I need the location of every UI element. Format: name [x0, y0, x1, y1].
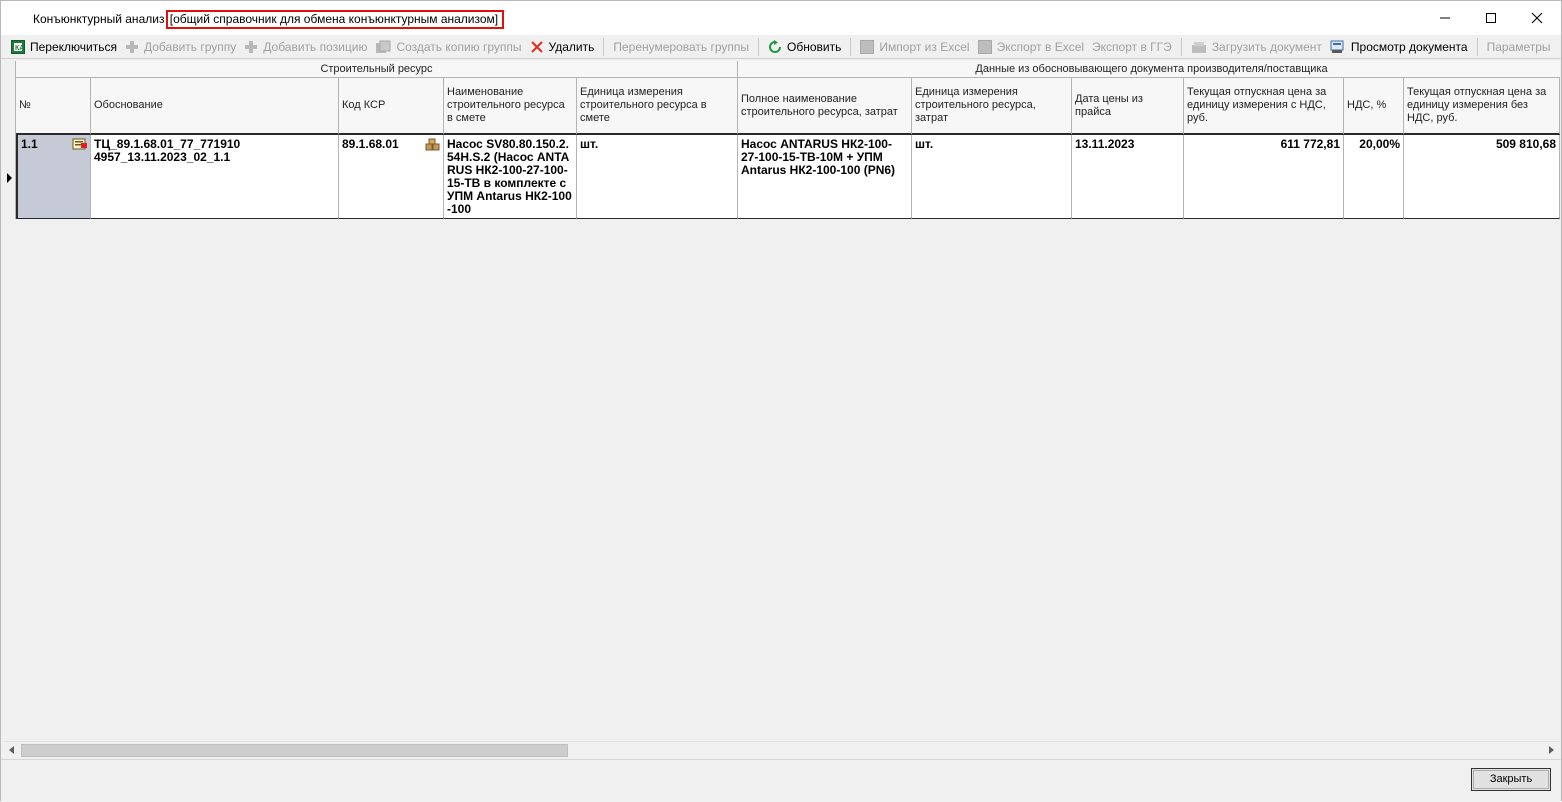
- close-button[interactable]: Закрыть: [1471, 768, 1551, 791]
- delete-icon: [530, 40, 544, 54]
- table-row-name-cell[interactable]: Насос SV80.80.150.2.54H.S.2 (Насос ANTAR…: [444, 135, 577, 219]
- horizontal-scrollbar[interactable]: [4, 741, 1560, 758]
- toolbar-separator: [1180, 37, 1182, 56]
- window-title-main: Конъюнктурный анализ: [33, 12, 165, 26]
- refresh-label: Обновить: [787, 39, 842, 54]
- parameters-label: Параметры: [1486, 39, 1551, 54]
- delete-button[interactable]: Удалить: [526, 36, 599, 58]
- scroll-right-arrow-icon[interactable]: [1549, 746, 1554, 754]
- col-header-num[interactable]: №: [16, 78, 91, 135]
- col-header-vat[interactable]: НДС, %: [1344, 78, 1404, 135]
- export-gge-button[interactable]: Экспорт в ГГЭ: [1088, 36, 1176, 58]
- excel-switch-icon: КА: [11, 39, 25, 54]
- col-header-unit[interactable]: Единица измерения строительного ресурса …: [577, 78, 738, 135]
- table-row-price-vat-cell[interactable]: 611 772,81: [1184, 135, 1344, 219]
- renumber-label: Перенумеровать группы: [613, 39, 750, 54]
- toolbar-separator: [603, 37, 605, 56]
- col-header-price-date[interactable]: Дата цены из прайса: [1072, 78, 1184, 135]
- excel-icon: [977, 39, 992, 54]
- maximize-icon: [1486, 13, 1496, 23]
- window-title-suffix: [общий справочник для обмена конъюнктурн…: [165, 10, 505, 29]
- export-gge-label: Экспорт в ГГЭ: [1092, 39, 1172, 54]
- window-title: Конъюнктурный анализ [общий справочник д…: [33, 10, 505, 29]
- group-header-resource: Строительный ресурс: [16, 61, 738, 78]
- add-position-label: Добавить позицию: [263, 39, 368, 54]
- col-header-name[interactable]: Наименование строительного ресурса в сме…: [444, 78, 577, 135]
- row-indicator-column: [4, 61, 16, 219]
- col-header-basis[interactable]: Обоснование: [91, 78, 339, 135]
- add-position-button[interactable]: Добавить позицию: [240, 36, 371, 58]
- table-row-basis-cell[interactable]: ТЦ_89.1.68.01_77_771910 4957_13.11.2023_…: [91, 135, 339, 219]
- parameters-button[interactable]: Параметры: [1483, 36, 1555, 58]
- upload-document-label: Загрузить документ: [1211, 39, 1322, 54]
- group-header-supplier: Данные из обосновывающего документа прои…: [738, 61, 1560, 78]
- table-row-unit-cell[interactable]: шт.: [577, 135, 738, 219]
- excel-icon: [860, 39, 875, 54]
- table-row-price-novat-cell[interactable]: 509 810,68: [1404, 135, 1560, 219]
- upload-document-button[interactable]: Загрузить документ: [1187, 36, 1326, 58]
- col-header-price-vat[interactable]: Текущая отпускная цена за единицу измере…: [1184, 78, 1344, 135]
- col-header-full-name[interactable]: Полное наименование строительного ресурс…: [738, 78, 912, 135]
- footer-panel: Закрыть: [1, 759, 1561, 802]
- view-document-icon: [1330, 40, 1346, 54]
- table-row-ksr-cell[interactable]: 89.1.68.01: [339, 135, 444, 219]
- export-excel-button[interactable]: Экспорт в Excel: [974, 36, 1088, 58]
- add-group-label: Добавить группу: [143, 39, 237, 54]
- maximize-button[interactable]: [1468, 1, 1514, 35]
- minimize-icon: [1440, 17, 1450, 19]
- upload-icon: [1191, 40, 1207, 54]
- scroll-left-arrow-icon[interactable]: [9, 746, 14, 754]
- resource-boxes-icon: [425, 138, 441, 155]
- copy-icon: [375, 40, 391, 54]
- import-excel-label: Импорт из Excel: [879, 39, 970, 54]
- close-icon: [1531, 12, 1543, 24]
- copy-group-label: Создать копию группы: [396, 39, 522, 54]
- table-row-unit2-cell[interactable]: шт.: [912, 135, 1072, 219]
- plus-icon: [244, 40, 258, 54]
- col-header-unit2[interactable]: Единица измерения строительного ресурса,…: [912, 78, 1072, 135]
- copy-group-button[interactable]: Создать копию группы: [371, 36, 525, 58]
- document-flag-icon: [72, 138, 88, 155]
- title-bar: Конъюнктурный анализ [общий справочник д…: [1, 1, 1561, 35]
- toolbar-separator: [758, 37, 760, 56]
- table-row-full-name-cell[interactable]: Насос ANTARUS НК2-100-27-100-15-ТВ-10М +…: [738, 135, 912, 219]
- minimize-button[interactable]: [1422, 1, 1468, 35]
- plus-icon: [125, 40, 139, 54]
- konjunktur-window: Конъюнктурный анализ [общий справочник д…: [0, 0, 1562, 802]
- current-row-marker-icon: [7, 173, 12, 183]
- refresh-icon: [768, 39, 782, 54]
- svg-text:КА: КА: [15, 45, 24, 52]
- scrollbar-thumb[interactable]: [21, 744, 568, 757]
- refresh-button[interactable]: Обновить: [764, 36, 845, 58]
- toolbar-separator: [1476, 37, 1478, 56]
- view-document-label: Просмотр документа: [1350, 39, 1468, 54]
- switch-label: Переключиться: [30, 39, 117, 54]
- toolbar-separator: [850, 37, 852, 56]
- toolbar: КА Переключиться Добавить группу Добавит…: [1, 35, 1561, 59]
- table-row-vat-cell[interactable]: 20,00%: [1344, 135, 1404, 219]
- col-header-price-novat[interactable]: Текущая отпускная цена за единицу измере…: [1404, 78, 1560, 135]
- view-document-button[interactable]: Просмотр документа: [1326, 36, 1472, 58]
- close-window-button[interactable]: [1514, 1, 1560, 35]
- switch-button[interactable]: КА Переключиться: [7, 36, 121, 58]
- renumber-button[interactable]: Перенумеровать группы: [609, 36, 753, 58]
- delete-label: Удалить: [548, 39, 595, 54]
- add-group-button[interactable]: Добавить группу: [121, 36, 240, 58]
- data-grid: Строительный ресурс Данные из обосновыва…: [4, 61, 1560, 741]
- table-row-num-cell[interactable]: 1.1: [16, 135, 91, 219]
- import-excel-button[interactable]: Импорт из Excel: [856, 36, 973, 58]
- table-row-price-date-cell[interactable]: 13.11.2023: [1072, 135, 1184, 219]
- col-header-ksr[interactable]: Код КСР: [339, 78, 444, 135]
- export-excel-label: Экспорт в Excel: [996, 39, 1085, 54]
